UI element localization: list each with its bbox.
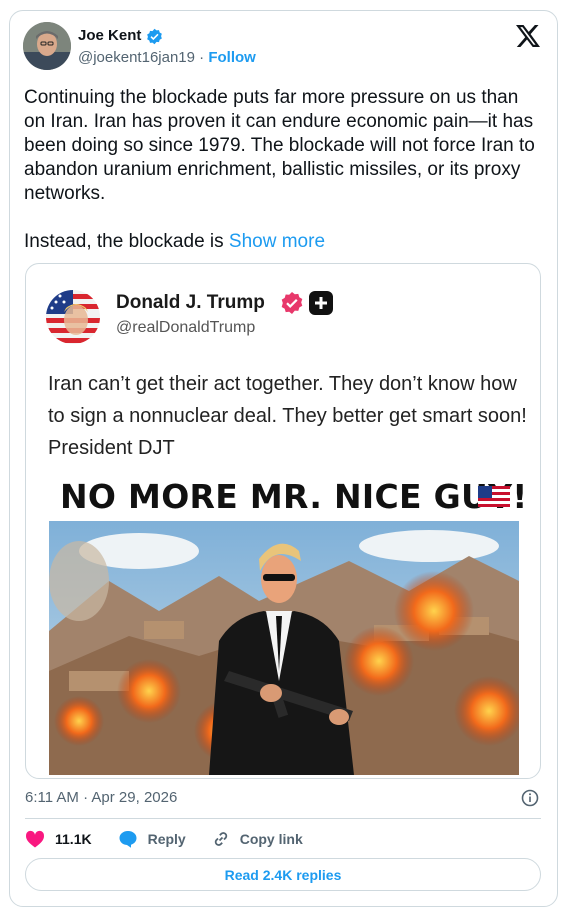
separator-dot: · bbox=[199, 49, 205, 66]
copy-link-label: Copy link bbox=[239, 831, 303, 847]
us-flag-icon bbox=[478, 486, 510, 507]
reply-button[interactable]: Reply bbox=[118, 830, 186, 848]
quoted-avatar bbox=[46, 290, 100, 344]
action-bar: 11.1K Reply Copy link bbox=[25, 827, 329, 851]
quoted-headline: NO MORE MR. NICE GUY! bbox=[60, 477, 528, 516]
author-handle-line: @joekent16jan19 · Follow bbox=[78, 49, 256, 66]
quoted-post-media[interactable]: Donald J. Trump @realDonaldTrump Iran ca… bbox=[25, 263, 541, 779]
read-replies-button[interactable]: Read 2.4K replies bbox=[25, 858, 541, 891]
tweet-paragraph-1: Continuing the blockade puts far more pr… bbox=[24, 87, 535, 204]
tweet-paragraph-2-text: Instead, the blockade is bbox=[24, 231, 229, 252]
read-replies-label: Read 2.4K replies bbox=[224, 866, 342, 883]
like-button[interactable]: 11.1K bbox=[25, 830, 92, 848]
follow-link[interactable]: Follow bbox=[208, 49, 256, 66]
verified-badge-icon bbox=[281, 292, 303, 314]
like-count: 11.1K bbox=[55, 831, 92, 847]
quoted-author-name: Donald J. Trump bbox=[116, 292, 265, 313]
reply-label: Reply bbox=[147, 831, 186, 847]
reply-bubble-icon bbox=[119, 831, 137, 848]
quoted-photo bbox=[49, 521, 519, 775]
post-timestamp[interactable]: 6:11 AM · Apr 29, 2026 bbox=[25, 789, 177, 806]
heart-icon bbox=[25, 830, 45, 848]
divider bbox=[25, 818, 541, 819]
x-logo-icon[interactable] bbox=[516, 25, 540, 47]
author-handle[interactable]: @joekent16jan19 bbox=[78, 49, 195, 66]
plus-badge-icon bbox=[309, 291, 333, 315]
tweet-text: Continuing the blockade puts far more pr… bbox=[24, 86, 544, 254]
show-more-link[interactable]: Show more bbox=[229, 231, 325, 252]
author-name[interactable]: Joe Kent bbox=[78, 27, 141, 44]
verified-badge-icon bbox=[147, 28, 162, 45]
author-avatar[interactable] bbox=[23, 22, 71, 70]
quoted-post-text: Iran can’t get their act together. They … bbox=[48, 373, 527, 459]
tweet-paragraph-2: Instead, the blockade is Show more bbox=[24, 230, 544, 254]
link-icon bbox=[214, 832, 227, 846]
quoted-author-handle: @realDonaldTrump bbox=[116, 319, 256, 336]
copy-link-button[interactable]: Copy link bbox=[212, 830, 303, 848]
info-icon[interactable] bbox=[521, 789, 539, 807]
